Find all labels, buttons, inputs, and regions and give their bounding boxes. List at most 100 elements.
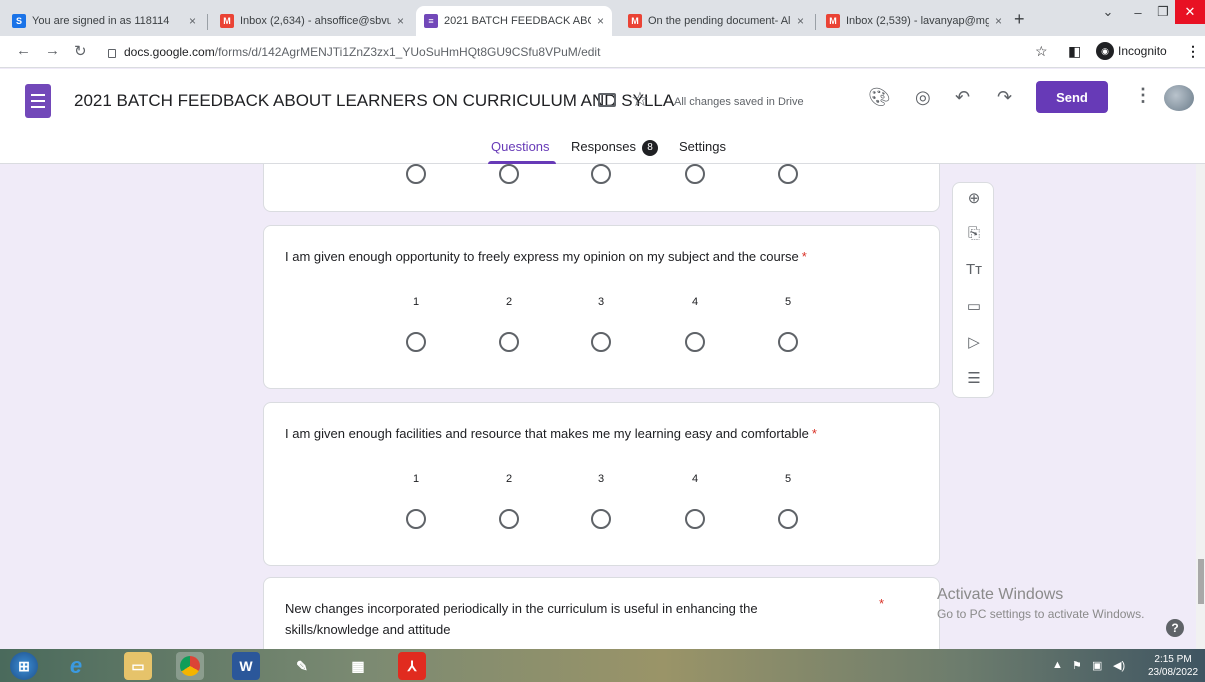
scale-radio-4[interactable] xyxy=(685,332,705,352)
tab-close-icon[interactable]: × xyxy=(797,14,804,28)
add-question-icon[interactable]: ⊕ xyxy=(953,189,995,207)
gmail-icon: M xyxy=(220,14,234,28)
tab-search-icon[interactable]: ⌄ xyxy=(1093,0,1123,24)
minimize-icon[interactable]: – xyxy=(1125,0,1151,24)
scale-radio-5[interactable] xyxy=(778,332,798,352)
scale-label: 3 xyxy=(597,473,605,485)
tab-close-icon[interactable]: × xyxy=(995,14,1002,28)
question-card[interactable]: New changes incorporated periodically in… xyxy=(263,577,940,649)
save-status: All changes saved in Drive xyxy=(674,96,804,108)
scale-label: 2 xyxy=(505,473,513,485)
scale-radio-4[interactable] xyxy=(685,164,705,184)
import-questions-icon[interactable]: ⎘ xyxy=(953,225,995,242)
scale-label: 4 xyxy=(691,473,699,485)
add-image-icon[interactable]: ▭ xyxy=(953,297,995,315)
scale-radio-1[interactable] xyxy=(406,164,426,184)
scale-label: 4 xyxy=(691,296,699,308)
send-button[interactable]: Send xyxy=(1036,81,1108,113)
url-domain: docs.google.com xyxy=(124,45,215,59)
reload-icon[interactable]: ↻ xyxy=(74,42,87,60)
browser-tab[interactable]: M On the pending document- Al × xyxy=(620,6,812,36)
browser-tab-active[interactable]: ≡ 2021 BATCH FEEDBACK ABOUT × xyxy=(416,6,612,36)
paint-icon[interactable]: ✎ xyxy=(288,652,316,680)
back-icon[interactable]: ← xyxy=(16,42,31,59)
tab-questions[interactable]: Questions xyxy=(491,139,550,154)
device-manager-icon[interactable]: ▦ xyxy=(344,652,372,680)
file-explorer-icon[interactable]: ▭ xyxy=(124,652,152,680)
gmail-icon: M xyxy=(628,14,642,28)
network-icon[interactable]: ▣ xyxy=(1092,659,1102,672)
document-title[interactable]: 2021 BATCH FEEDBACK ABOUT LEARNERS ON CU… xyxy=(74,91,674,111)
star-icon[interactable]: ☆ xyxy=(631,87,649,112)
scale-radio-2[interactable] xyxy=(499,509,519,529)
question-title: I am given enough opportunity to freely … xyxy=(285,246,807,267)
browser-tab[interactable]: M Inbox (2,634) - ahsoffice@sbvu × xyxy=(212,6,412,36)
address-bar[interactable]: docs.google.com/forms/d/142AgrMENJTi1ZnZ… xyxy=(108,40,1028,64)
tab-close-icon[interactable]: × xyxy=(597,14,604,28)
tab-settings[interactable]: Settings xyxy=(679,139,726,154)
scale-label: 2 xyxy=(505,296,513,308)
palette-icon[interactable]: 🎨︎ xyxy=(868,87,891,108)
scale-radio-1[interactable] xyxy=(406,332,426,352)
side-panel-icon[interactable]: ◧ xyxy=(1068,43,1081,60)
incognito-indicator[interactable]: ◉ Incognito xyxy=(1096,42,1167,60)
url-path: /forms/d/142AgrMENJTi1ZnZ3zx1_YUoSuHmHQt… xyxy=(214,45,601,59)
window-close-icon[interactable]: ✕ xyxy=(1175,0,1205,24)
scale-label: 3 xyxy=(597,296,605,308)
add-video-icon[interactable]: ▷ xyxy=(953,333,995,351)
tray-expand-icon[interactable]: ▲ xyxy=(1052,659,1063,671)
scale-radio-3[interactable] xyxy=(591,509,611,529)
question-card[interactable]: I am given enough opportunity to freely … xyxy=(263,225,940,389)
tab-title: You are signed in as 118114 xyxy=(32,15,170,27)
restore-icon[interactable]: ❐ xyxy=(1151,0,1175,24)
question-text-line1: New changes incorporated periodically in… xyxy=(285,601,758,616)
question-card[interactable]: I am given enough facilities and resourc… xyxy=(263,402,940,566)
tab-responses[interactable]: Responses 8 xyxy=(571,139,659,156)
tab-separator xyxy=(207,14,208,30)
redo-icon[interactable]: ↷ xyxy=(997,87,1012,108)
required-asterisk: * xyxy=(811,426,817,441)
forward-icon[interactable]: → xyxy=(45,42,60,59)
clock-date: 23/08/2022 xyxy=(1148,667,1199,678)
scale-radio-5[interactable] xyxy=(778,509,798,529)
internet-explorer-icon[interactable]: e xyxy=(62,652,90,680)
folder-icon[interactable] xyxy=(598,93,616,107)
tab-close-icon[interactable]: × xyxy=(397,14,404,28)
browser-tab[interactable]: S You are signed in as 118114 × xyxy=(4,6,204,36)
chrome-icon[interactable] xyxy=(176,652,204,680)
tab-favicon: S xyxy=(12,14,26,28)
add-title-icon[interactable]: Tт xyxy=(953,261,995,278)
action-center-flag-icon[interactable]: ⚑ xyxy=(1072,659,1082,672)
start-button-icon[interactable]: ⊞ xyxy=(10,652,38,680)
browser-tab[interactable]: M Inbox (2,539) - lavanyap@mgr × xyxy=(818,6,1010,36)
scale-radio-4[interactable] xyxy=(685,509,705,529)
undo-icon[interactable]: ↶ xyxy=(955,87,970,108)
avatar[interactable] xyxy=(1164,85,1194,111)
more-options-icon[interactable]: ⋮ xyxy=(1134,85,1152,106)
scale-radio-5[interactable] xyxy=(778,164,798,184)
system-clock[interactable]: 2:15 PM 23/08/2022 xyxy=(1148,653,1198,679)
tab-close-icon[interactable]: × xyxy=(189,14,196,28)
pdf-reader-icon[interactable]: ⅄ xyxy=(398,652,426,680)
scale-radio-2[interactable] xyxy=(499,332,519,352)
watermark-line2: Go to PC settings to activate Windows. xyxy=(937,607,1145,621)
required-asterisk: * xyxy=(801,249,807,264)
bookmark-star-icon[interactable]: ☆ xyxy=(1035,43,1048,60)
preview-eye-icon[interactable]: ◎ xyxy=(915,87,931,108)
add-section-icon[interactable]: ☰ xyxy=(953,369,995,387)
clock-time: 2:15 PM xyxy=(1154,654,1192,665)
help-icon[interactable]: ? xyxy=(1166,619,1184,637)
scale-radio-2[interactable] xyxy=(499,164,519,184)
scale-radio-1[interactable] xyxy=(406,509,426,529)
browser-menu-icon[interactable]: ⋮ xyxy=(1186,43,1200,60)
question-card-partial[interactable] xyxy=(263,164,940,212)
form-editor-canvas[interactable]: I am given enough opportunity to freely … xyxy=(0,164,1205,649)
new-tab-button[interactable]: + xyxy=(1014,10,1025,28)
word-icon[interactable]: W xyxy=(232,652,260,680)
volume-icon[interactable]: ◀) xyxy=(1113,659,1125,672)
google-forms-icon[interactable] xyxy=(25,84,51,118)
scale-radio-3[interactable] xyxy=(591,164,611,184)
scale-radio-3[interactable] xyxy=(591,332,611,352)
activate-windows-watermark: Activate Windows Go to PC settings to ac… xyxy=(937,586,1144,621)
scrollbar-thumb[interactable] xyxy=(1198,559,1204,604)
